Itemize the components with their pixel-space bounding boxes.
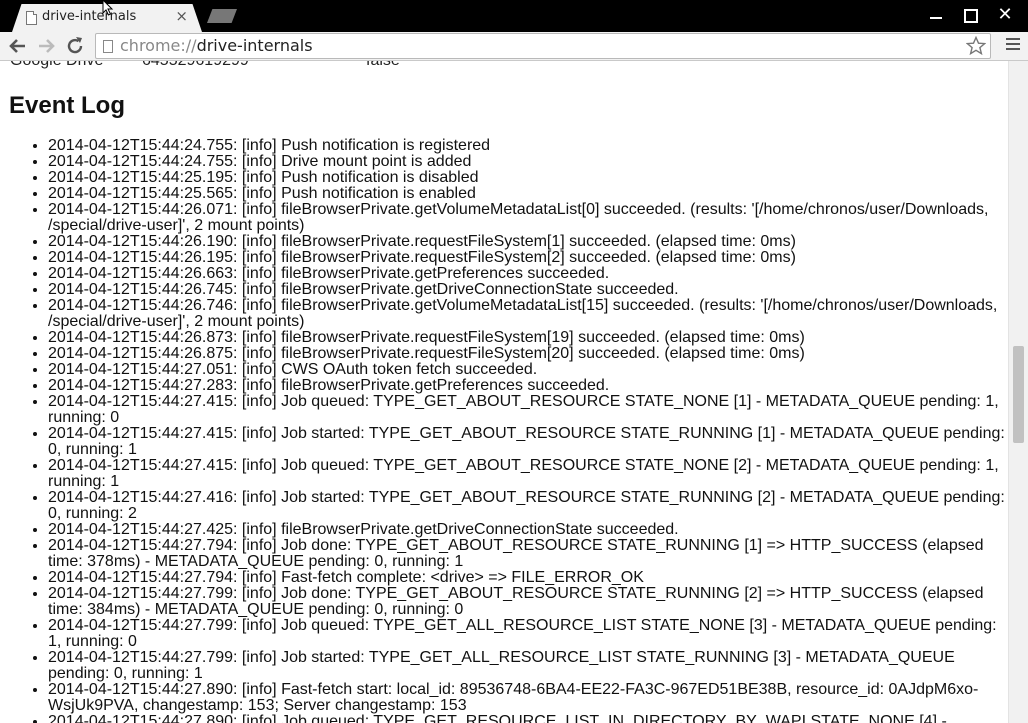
- page-content: Google Drive 645529619299 false Event Lo…: [0, 61, 1008, 723]
- new-tab-button[interactable]: [207, 9, 237, 23]
- minimize-icon: [930, 17, 942, 19]
- log-entry: 2014-04-12T15:44:26.663: [info] fileBrow…: [48, 266, 1008, 282]
- browser-toolbar: chrome://drive-internals: [0, 32, 1028, 61]
- forward-button[interactable]: [34, 34, 58, 58]
- log-entry: 2014-04-12T15:44:27.425: [info] fileBrow…: [48, 522, 1008, 538]
- log-entry: 2014-04-12T15:44:27.415: [info] Job star…: [48, 426, 1008, 458]
- log-entry: 2014-04-12T15:44:27.890: [info] Fast-fet…: [48, 682, 1008, 714]
- maximize-icon: [964, 9, 978, 23]
- log-entry: 2014-04-12T15:44:27.283: [info] fileBrow…: [48, 378, 1008, 394]
- log-entry: 2014-04-12T15:44:26.195: [info] fileBrow…: [48, 250, 1008, 266]
- page-favicon-icon: [26, 11, 37, 25]
- bookmark-star-icon[interactable]: [966, 36, 986, 56]
- url-host: drive-internals: [196, 36, 313, 55]
- log-entry: 2014-04-12T15:44:26.190: [info] fileBrow…: [48, 234, 1008, 250]
- log-entry: 2014-04-12T15:44:26.071: [info] fileBrow…: [48, 202, 1008, 234]
- maximize-button[interactable]: [957, 4, 983, 26]
- address-bar[interactable]: chrome://drive-internals: [95, 33, 991, 59]
- log-entry: 2014-04-12T15:44:27.799: [info] Job done…: [48, 586, 1008, 618]
- log-entry: 2014-04-12T15:44:26.875: [info] fileBrow…: [48, 346, 1008, 362]
- event-log-heading: Event Log: [9, 92, 126, 119]
- log-entry: 2014-04-12T15:44:27.415: [info] Job queu…: [48, 394, 1008, 426]
- log-entry: 2014-04-12T15:44:24.755: [info] Push not…: [48, 138, 1008, 154]
- event-log-list: 2014-04-12T15:44:24.755: [info] Push not…: [0, 138, 1008, 723]
- log-entry: 2014-04-12T15:44:27.794: [info] Job done…: [48, 538, 1008, 570]
- vertical-scrollbar[interactable]: [1008, 61, 1028, 723]
- log-entry: 2014-04-12T15:44:27.416: [info] Job star…: [48, 490, 1008, 522]
- close-window-button[interactable]: ✕: [992, 4, 1018, 26]
- log-entry: 2014-04-12T15:44:25.565: [info] Push not…: [48, 186, 1008, 202]
- log-entry: 2014-04-12T15:44:26.745: [info] fileBrow…: [48, 282, 1008, 298]
- url-text: chrome://drive-internals: [120, 36, 313, 55]
- row-value: 645529619299: [142, 61, 249, 70]
- back-button[interactable]: [6, 34, 30, 58]
- row-flag: false: [366, 61, 400, 70]
- minimize-button[interactable]: [923, 4, 949, 26]
- page-icon: [103, 40, 113, 53]
- window-title-bar: drive-internals × ✕: [0, 0, 1028, 32]
- log-entry: 2014-04-12T15:44:26.746: [info] fileBrow…: [48, 298, 1008, 330]
- chrome-menu-icon[interactable]: [1006, 38, 1020, 53]
- log-entry: 2014-04-12T15:44:27.799: [info] Job star…: [48, 650, 1008, 682]
- tab-close-button[interactable]: ×: [175, 7, 188, 25]
- log-entry: 2014-04-12T15:44:27.415: [info] Job queu…: [48, 458, 1008, 490]
- log-entry: 2014-04-12T15:44:27.799: [info] Job queu…: [48, 618, 1008, 650]
- url-scheme: chrome://: [120, 36, 197, 55]
- log-entry: 2014-04-12T15:44:25.195: [info] Push not…: [48, 170, 1008, 186]
- log-entry: 2014-04-12T15:44:27.051: [info] CWS OAut…: [48, 362, 1008, 378]
- scrollbar-thumb[interactable]: [1013, 346, 1024, 443]
- log-entry: 2014-04-12T15:44:27.890: [info] Job queu…: [48, 714, 1008, 723]
- log-entry: 2014-04-12T15:44:26.873: [info] fileBrow…: [48, 330, 1008, 346]
- reload-button[interactable]: [63, 34, 87, 58]
- log-entry: 2014-04-12T15:44:24.755: [info] Drive mo…: [48, 154, 1008, 170]
- row-name: Google Drive: [10, 61, 103, 70]
- mouse-cursor-icon: [102, 0, 114, 16]
- tab-title: drive-internals: [42, 9, 137, 24]
- log-entry: 2014-04-12T15:44:27.794: [info] Fast-fet…: [48, 570, 1008, 586]
